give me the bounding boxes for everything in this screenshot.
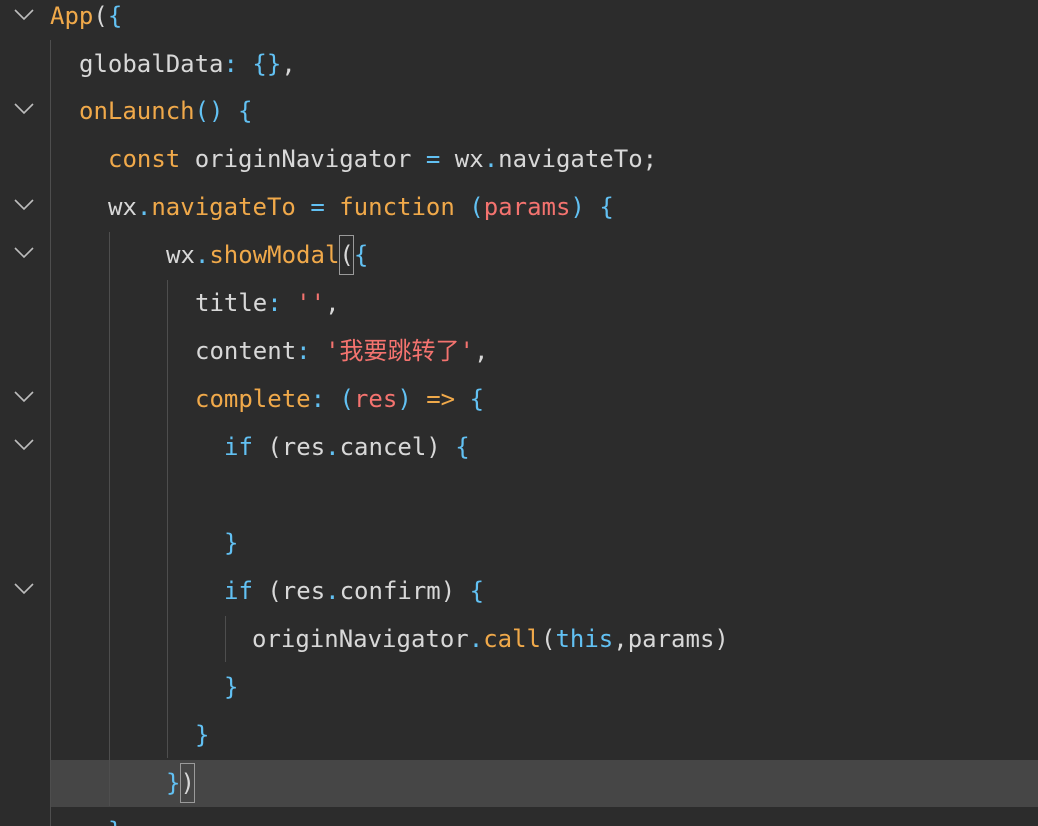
code-token: res <box>353 385 398 413</box>
code-token: . <box>136 193 152 221</box>
code-token: { <box>599 193 614 221</box>
code-token: : <box>296 337 326 365</box>
code-token: , <box>473 337 489 365</box>
code-token: ( <box>339 385 354 413</box>
code-line[interactable]: originNavigator.call(this,params) <box>252 615 729 663</box>
code-token: cancel) <box>339 433 456 461</box>
code-line[interactable]: content: '我要跳转了', <box>195 327 488 375</box>
code-token: (res <box>252 433 326 461</box>
code-token: } <box>195 721 210 749</box>
code-token: '' <box>296 289 326 317</box>
code-token: { <box>353 241 369 269</box>
code-line[interactable]: complete: (res) => { <box>195 375 484 423</box>
code-token: { <box>455 433 470 461</box>
code-line[interactable]: } <box>108 807 122 826</box>
code-token: originNavigator <box>252 625 469 653</box>
code-token: if <box>224 577 253 605</box>
code-token: function <box>339 193 455 221</box>
code-token: { <box>107 2 123 30</box>
code-line[interactable]: onLaunch() { <box>79 87 252 135</box>
code-editor[interactable]: App({ globalData: {}, onLaunch() { const… <box>0 0 1038 826</box>
code-line[interactable]: if (res.confirm) { <box>224 567 484 615</box>
code-token: this <box>555 625 614 653</box>
code-token: , <box>281 50 296 78</box>
code-token: showModal <box>209 241 340 269</box>
matching-bracket: ( <box>339 235 354 275</box>
code-line[interactable]: globalData: {}, <box>79 40 296 88</box>
code-token: } <box>224 673 239 701</box>
code-token: ) <box>397 385 412 413</box>
code-line[interactable]: } <box>224 663 238 711</box>
code-token: ,params) <box>613 625 729 653</box>
code-token: . <box>325 577 340 605</box>
code-token: { <box>469 577 485 605</box>
code-token: . <box>483 145 499 173</box>
code-token: } <box>108 817 122 826</box>
code-token: . <box>194 241 210 269</box>
code-line[interactable]: title: '', <box>195 279 340 327</box>
matching-bracket: ) <box>180 763 195 803</box>
code-token: App <box>50 2 94 30</box>
code-token: . <box>325 433 340 461</box>
code-token: ; <box>642 145 658 173</box>
code-token: ( <box>93 2 108 30</box>
code-token: : <box>267 289 297 317</box>
code-token: = <box>425 145 441 173</box>
code-token: '我要跳转了' <box>325 337 474 365</box>
code-token: params <box>483 193 571 221</box>
code-line[interactable]: wx.showModal({ <box>166 231 368 279</box>
code-token: confirm) <box>339 577 470 605</box>
code-token: if <box>224 433 253 461</box>
code-token: , <box>325 289 340 317</box>
code-token: (res <box>252 577 326 605</box>
code-token: ( <box>541 625 556 653</box>
code-token: onLaunch <box>79 97 195 125</box>
code-token: originNavigator <box>180 145 426 173</box>
code-token: . <box>468 625 484 653</box>
code-line[interactable]: App({ <box>50 0 122 40</box>
code-token: wx <box>166 241 195 269</box>
code-line[interactable]: } <box>224 519 238 567</box>
code-token: navigateTo <box>151 193 296 221</box>
code-token: ( <box>469 193 484 221</box>
code-token: content <box>195 337 297 365</box>
code-token: : <box>223 50 253 78</box>
code-token: wx <box>440 145 484 173</box>
code-token: () <box>194 97 224 125</box>
code-token: navigateTo <box>498 145 643 173</box>
code-token: => <box>426 385 456 413</box>
code-line[interactable]: wx.navigateTo = function (params) { <box>108 183 614 231</box>
code-token: } <box>224 529 239 557</box>
code-token: wx <box>108 193 137 221</box>
code-line[interactable]: const originNavigator = wx.navigateTo; <box>108 135 657 183</box>
code-token: { <box>237 97 253 125</box>
code-token: complete <box>195 385 311 413</box>
code-line[interactable]: if (res.cancel) { <box>224 423 470 471</box>
code-line[interactable]: } <box>195 711 209 759</box>
code-token: globalData <box>79 50 224 78</box>
code-token: = <box>310 193 325 221</box>
code-line[interactable]: }) <box>166 759 195 807</box>
code-token: const <box>108 145 181 173</box>
code-token: call <box>483 625 541 653</box>
code-token: ) <box>570 193 585 221</box>
code-area[interactable]: App({ globalData: {}, onLaunch() { const… <box>0 0 1038 826</box>
code-token: : <box>310 385 340 413</box>
code-token: title <box>195 289 268 317</box>
code-token: {} <box>252 50 282 78</box>
code-token: { <box>469 385 485 413</box>
code-token: } <box>166 769 181 797</box>
